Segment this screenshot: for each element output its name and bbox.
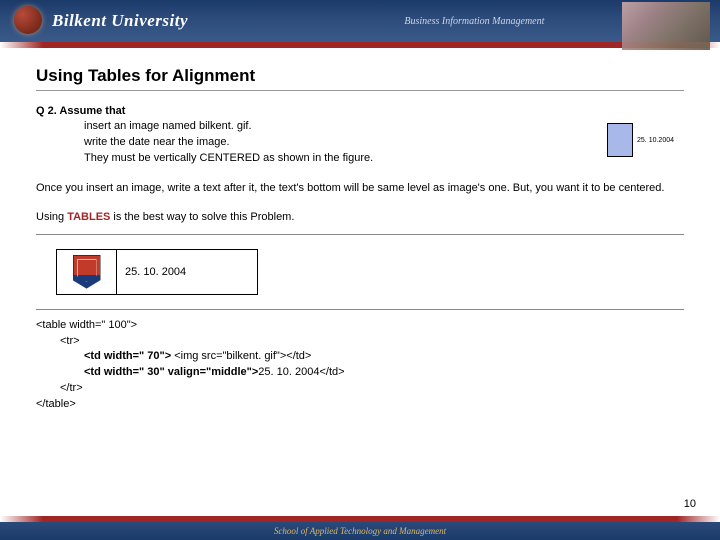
- code-rest: <img src="bilkent. gif"></td>: [171, 350, 311, 362]
- mini-image-placeholder: [607, 123, 633, 157]
- code-line: <tr>: [36, 334, 684, 350]
- instruction-list: insert an image named bilkent. gif. writ…: [36, 119, 607, 167]
- footer-school: School of Applied Technology and Managem…: [0, 522, 720, 540]
- code-line: <table width=" 100">: [36, 318, 684, 334]
- example-image-cell: [57, 250, 117, 294]
- instruction-line: insert an image named bilkent. gif.: [84, 119, 607, 135]
- slide-title: Using Tables for Alignment: [36, 66, 684, 86]
- mini-illustration: 25. 10.2004: [607, 123, 674, 157]
- advice-pre: Using: [36, 211, 67, 223]
- header-right: Business Information Management: [374, 0, 720, 42]
- mini-date-text: 25. 10.2004: [637, 137, 674, 144]
- explanation-paragraph: Once you insert an image, write a text a…: [36, 181, 684, 196]
- advice-keyword: TABLES: [67, 211, 110, 223]
- code-line: <td width=" 70"> <img src="bilkent. gif"…: [36, 349, 684, 365]
- divider-line: [36, 234, 684, 235]
- question-label: Q 2. Assume that: [36, 105, 684, 117]
- slide-footer: School of Applied Technology and Managem…: [0, 516, 720, 540]
- divider-line: [36, 309, 684, 310]
- bilkent-crest-icon: [73, 255, 101, 289]
- title-underline: [36, 90, 684, 91]
- code-line: </tr>: [36, 381, 684, 397]
- instruction-line: write the date near the image.: [84, 135, 607, 151]
- slide-header: Bilkent University Business Information …: [0, 0, 720, 42]
- page-number: 10: [684, 498, 696, 510]
- header-left: Bilkent University: [0, 0, 374, 42]
- code-line: <td width=" 30" valign="middle">25. 10. …: [36, 365, 684, 381]
- question-body-row: insert an image named bilkent. gif. writ…: [36, 119, 684, 167]
- code-block: <table width=" 100"> <tr> <td width=" 70…: [36, 318, 684, 414]
- code-rest: 25. 10. 2004</td>: [258, 366, 344, 378]
- instruction-line: They must be vertically CENTERED as show…: [84, 151, 607, 167]
- university-name: Bilkent University: [52, 11, 188, 31]
- code-bold: <td width=" 70">: [84, 350, 171, 362]
- code-bold: <td width=" 30" valign="middle">: [84, 366, 258, 378]
- advice-line: Using TABLES is the best way to solve th…: [36, 210, 684, 225]
- header-photo: [622, 2, 710, 50]
- department-name: Business Information Management: [404, 16, 544, 27]
- advice-post: is the best way to solve this Problem.: [110, 211, 294, 223]
- slide-content: Using Tables for Alignment Q 2. Assume t…: [0, 48, 720, 413]
- example-table: 25. 10. 2004: [56, 249, 258, 295]
- example-date-cell: 25. 10. 2004: [117, 266, 257, 278]
- code-line: </table>: [36, 397, 684, 413]
